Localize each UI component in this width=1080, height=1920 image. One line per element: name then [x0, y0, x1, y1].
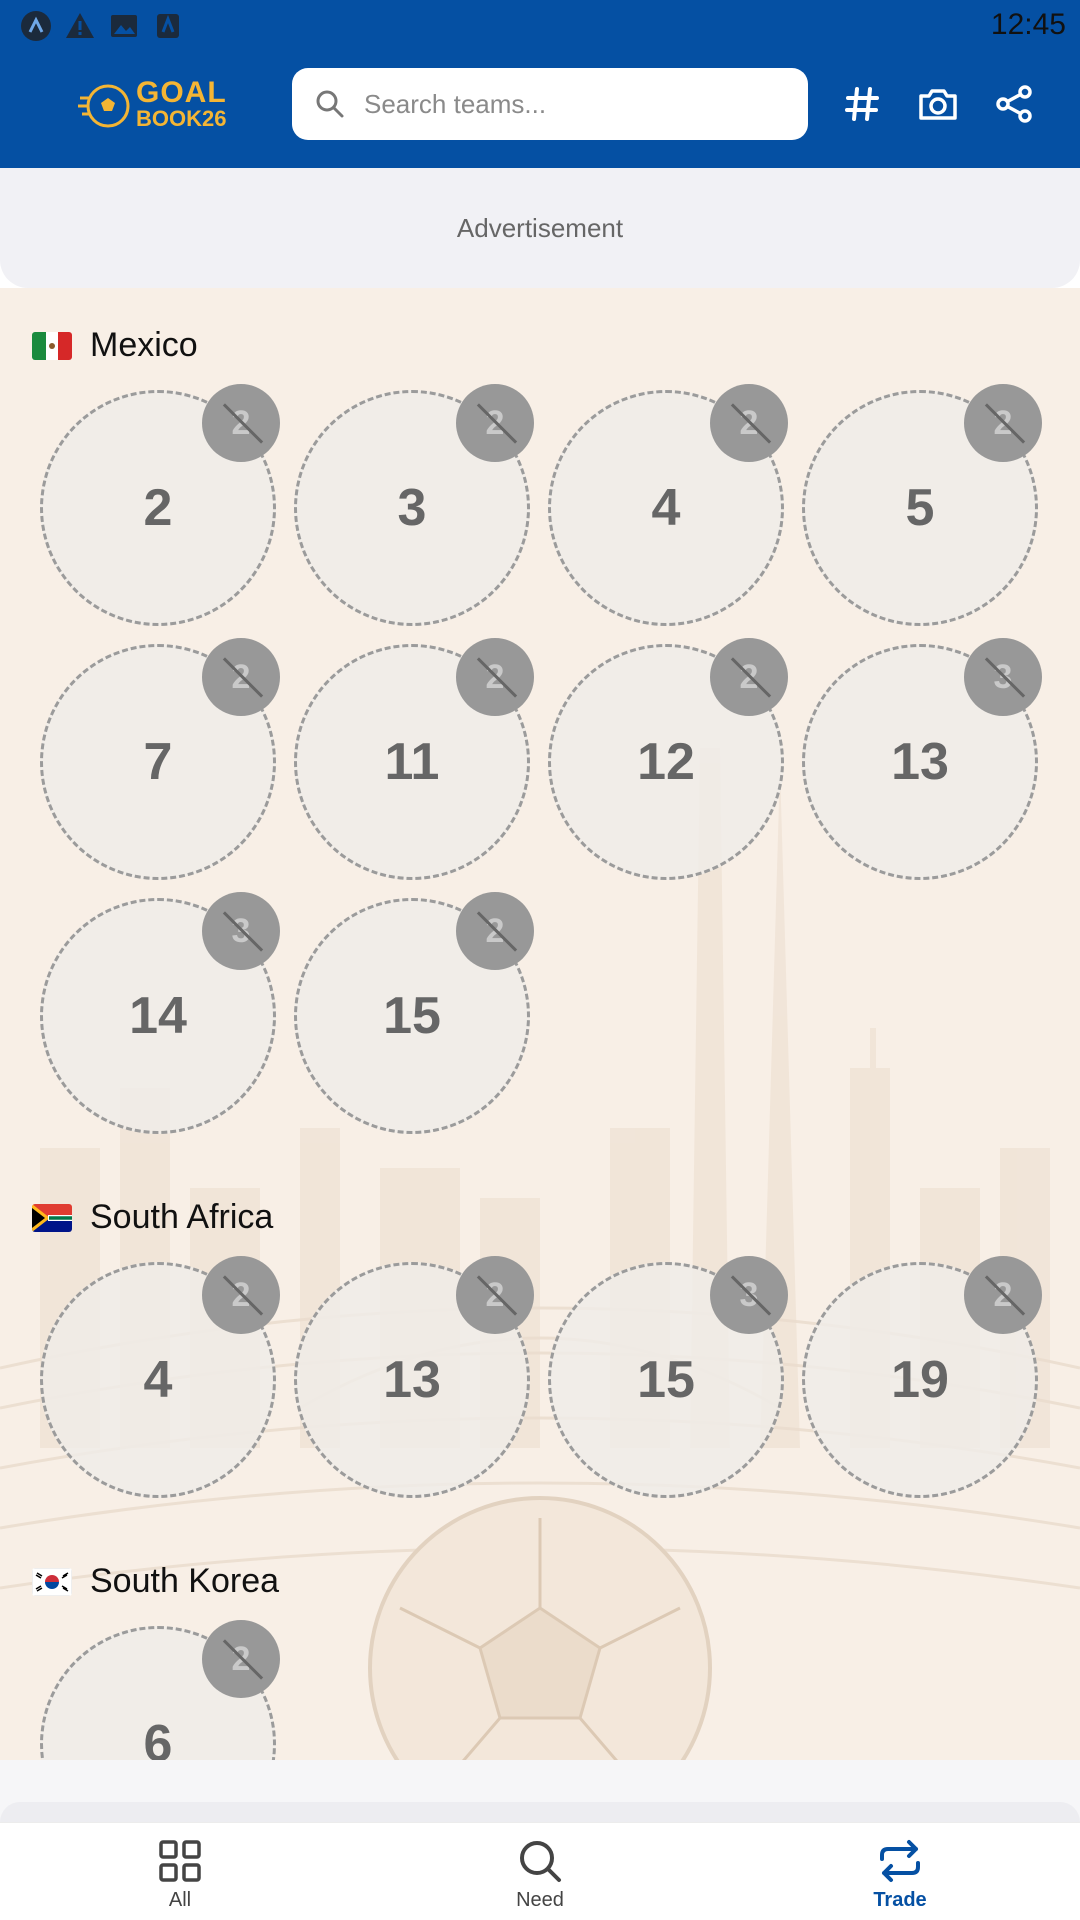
trade-arrows-icon — [880, 1840, 920, 1882]
nav-need[interactable]: Need — [440, 1837, 640, 1912]
hashtag-icon — [845, 87, 879, 121]
soccer-ball-art-icon — [368, 1496, 712, 1760]
sticker-slot[interactable]: 4 2 — [548, 384, 788, 626]
sticker-slot[interactable]: 4 2 — [40, 1256, 280, 1498]
app-notification-icon — [20, 10, 52, 42]
advertisement-label: Advertisement — [456, 212, 624, 243]
nav-label: All — [168, 1889, 192, 1911]
status-bar: 12:45 — [0, 0, 1080, 50]
bottom-navigation: All Need Trade — [0, 1822, 1080, 1920]
sticker-count-badge: 2 — [710, 638, 788, 716]
team-header-mexico: Mexico — [32, 326, 198, 365]
logo-text: GOAL BOOK26 — [136, 76, 227, 132]
south-africa-flag-icon — [32, 1203, 72, 1232]
sticker-slot[interactable]: 13 2 — [294, 1256, 534, 1498]
sticker-count-badge: 2 — [456, 638, 534, 716]
nav-all[interactable]: All — [80, 1837, 280, 1912]
hashtag-button[interactable] — [836, 78, 888, 130]
warning-icon — [64, 10, 96, 42]
sticker-count-badge: 2 — [202, 1256, 280, 1334]
sticker-count-badge: 2 — [710, 384, 788, 462]
search-box[interactable] — [292, 68, 808, 140]
sticker-slot[interactable]: 6 2 — [40, 1620, 280, 1760]
search-input[interactable] — [364, 88, 784, 120]
soccer-ball-logo-icon — [78, 84, 130, 128]
sticker-slot[interactable]: 2 2 — [40, 384, 280, 626]
sticker-slot[interactable]: 5 2 — [802, 384, 1042, 626]
sticker-slot[interactable]: 15 2 — [294, 892, 534, 1134]
sticker-count-badge: 2 — [964, 1256, 1042, 1334]
sticker-count-badge: 2 — [456, 1256, 534, 1334]
team-header-south-korea: South Korea — [32, 1562, 279, 1601]
nav-trade[interactable]: Trade — [800, 1837, 1000, 1912]
sticker-count-badge: 2 — [456, 384, 534, 462]
nav-label: Trade — [873, 1889, 927, 1911]
app-logo: GOAL BOOK26 — [78, 74, 228, 140]
sticker-count-badge: 3 — [710, 1256, 788, 1334]
sticker-count-badge: 2 — [202, 638, 280, 716]
image-icon — [108, 10, 140, 42]
status-icons — [20, 10, 184, 42]
logo-line-2: BOOK26 — [136, 106, 227, 131]
share-button[interactable] — [988, 78, 1040, 130]
status-time: 12:45 — [990, 8, 1066, 41]
search-icon — [520, 1841, 561, 1882]
advertisement-banner[interactable]: Advertisement — [0, 168, 1080, 288]
sticker-count-badge: 2 — [456, 892, 534, 970]
south-korea-flag-icon — [32, 1567, 72, 1596]
search-icon — [316, 90, 344, 118]
sticker-slot[interactable]: 12 2 — [548, 638, 788, 880]
camera-icon — [919, 89, 957, 120]
logo-line-1: GOAL — [136, 76, 227, 109]
sticker-slot[interactable]: 15 3 — [548, 1256, 788, 1498]
trade-list[interactable]: Mexico 2 2 3 2 4 2 5 2 7 2 11 2 12 2 13 … — [0, 288, 1080, 1760]
sticker-count-badge: 2 — [202, 1620, 280, 1698]
sticker-count-badge: 3 — [202, 892, 280, 970]
bottom-ad-strip — [0, 1760, 1080, 1822]
team-name: South Korea — [90, 1562, 280, 1600]
camera-button[interactable] — [912, 78, 964, 130]
grid-icon — [159, 1840, 201, 1882]
sticker-slot[interactable]: 13 3 — [802, 638, 1042, 880]
mexico-flag-icon — [32, 331, 72, 360]
sticker-slot[interactable]: 11 2 — [294, 638, 534, 880]
sticker-count-badge: 2 — [202, 384, 280, 462]
team-name: Mexico — [90, 326, 198, 364]
sticker-slot[interactable]: 19 2 — [802, 1256, 1042, 1498]
sticker-slot[interactable]: 14 3 — [40, 892, 280, 1134]
nav-label: Need — [516, 1889, 564, 1911]
sticker-slot[interactable]: 7 2 — [40, 638, 280, 880]
sticker-slot[interactable]: 3 2 — [294, 384, 534, 626]
team-name: South Africa — [90, 1198, 274, 1236]
share-icon — [996, 85, 1032, 123]
team-header-south-africa: South Africa — [32, 1198, 273, 1237]
sticker-count-badge: 3 — [964, 638, 1042, 716]
sticker-count-badge: 2 — [964, 384, 1042, 462]
app-icon — [152, 10, 184, 42]
app-header: GOAL BOOK26 — [0, 50, 1080, 168]
